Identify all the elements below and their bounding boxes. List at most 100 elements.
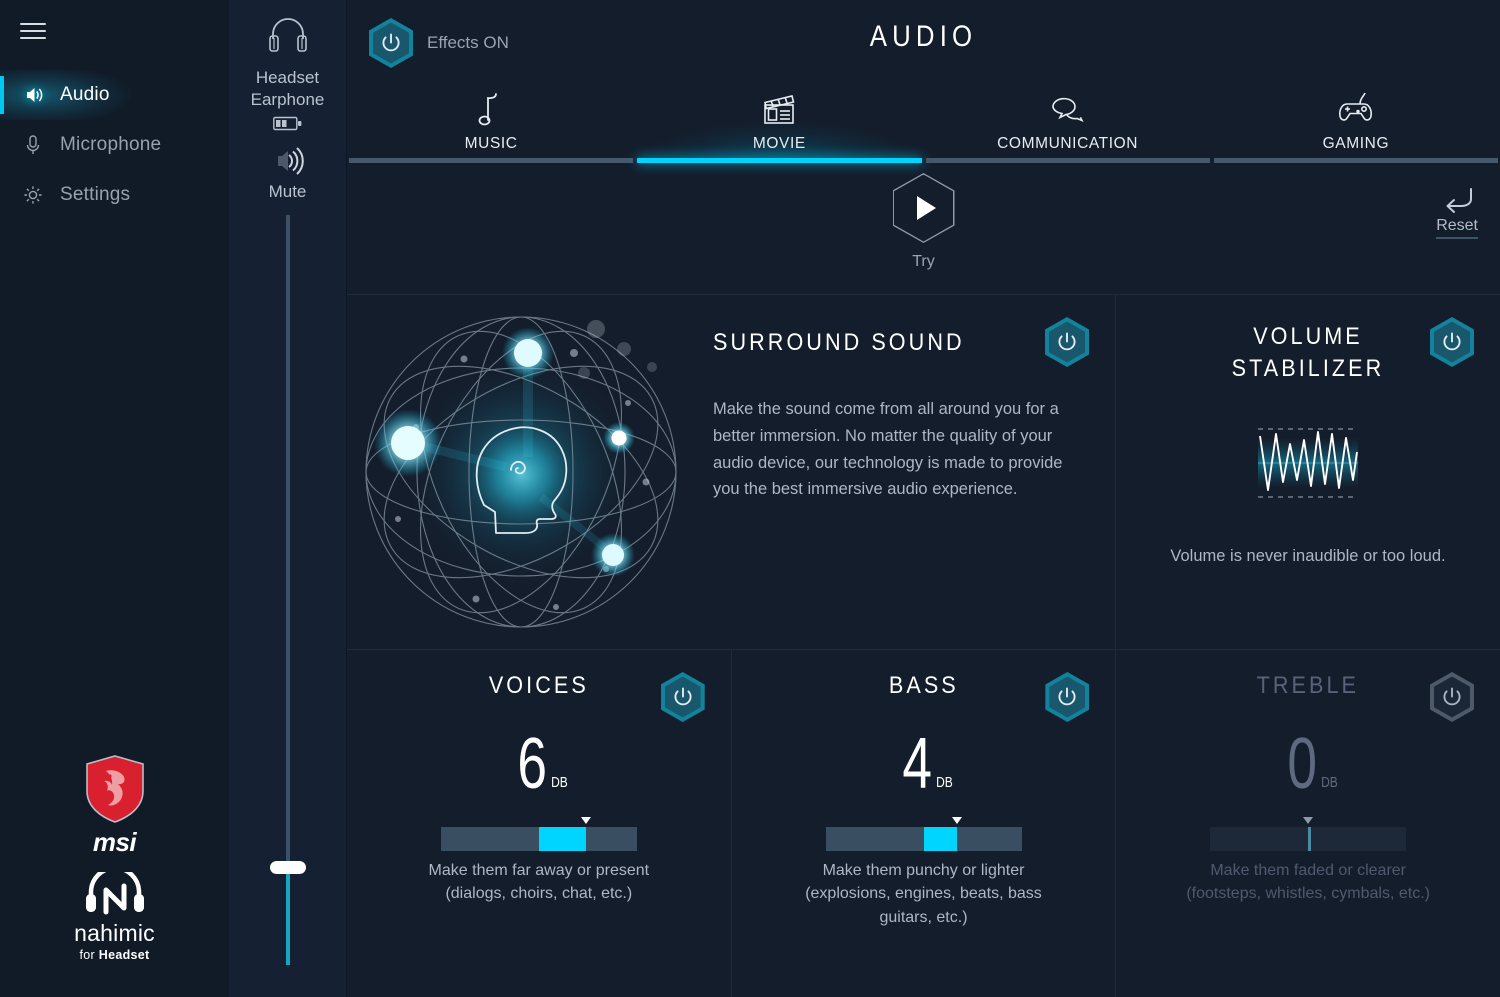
device-name-line1: Headset xyxy=(255,68,320,87)
treble-slider-marker xyxy=(1303,817,1314,825)
mute-button[interactable]: Mute xyxy=(229,143,346,202)
voices-panel: VOICES 6 DB Make them far away or presen… xyxy=(347,650,731,997)
reset-button[interactable]: Reset xyxy=(1436,185,1478,239)
treble-slider[interactable] xyxy=(1210,817,1407,852)
bass-description-line2: (explosions, engines, beats, bass guitar… xyxy=(805,885,1042,926)
surround-sound-title: SURROUND SOUND xyxy=(713,329,965,356)
bass-panel: BASS 4 DB Make them punchy or lighter (e… xyxy=(730,650,1116,997)
bass-description: Make them punchy or lighter (explosions,… xyxy=(789,859,1059,929)
mute-label: Mute xyxy=(268,181,307,201)
waveform-icon xyxy=(1256,424,1360,502)
sidebar-item-label: Microphone xyxy=(60,134,162,155)
tab-label: COMMUNICATION xyxy=(997,135,1139,152)
tab-communication[interactable]: COMMUNICATION xyxy=(924,78,1212,163)
undo-arrow-icon xyxy=(1446,188,1473,213)
page-title: AUDIO xyxy=(869,20,978,53)
nahimic-headset-icon xyxy=(85,872,144,915)
volume-stabilizer-panel: VOLUME STABILIZER Volume is never inaudi… xyxy=(1115,295,1500,649)
nahimic-app-window: Audio Microphone Settings msi nahimic fo… xyxy=(0,0,1500,997)
treble-description-line1: Make them faded or clearer xyxy=(1210,862,1406,880)
hamburger-bar xyxy=(20,23,46,25)
voices-unit: DB xyxy=(551,774,569,792)
voices-toggle[interactable] xyxy=(660,672,705,722)
speech-bubbles-icon xyxy=(1046,86,1090,128)
voices-value-group: 6 DB xyxy=(347,724,731,804)
tab-label: MOVIE xyxy=(752,135,806,152)
voices-description-line1: Make them far away or present xyxy=(428,862,650,880)
hamburger-bar xyxy=(20,30,46,32)
volume-slider-track xyxy=(286,215,290,965)
microphone-icon xyxy=(18,130,48,160)
bass-description-line1: Make them punchy or lighter xyxy=(822,862,1025,880)
top-bar: Effects ON AUDIO xyxy=(347,0,1500,78)
bass-slider[interactable] xyxy=(825,817,1022,852)
treble-unit: DB xyxy=(1320,774,1338,792)
treble-description: Make them faded or clearer (footsteps, w… xyxy=(1173,859,1443,905)
bass-slider-fill xyxy=(923,827,957,852)
panels-row-top: SURROUND SOUND Make the sound come from … xyxy=(347,294,1500,649)
nahimic-logo: nahimic for Headset xyxy=(0,872,229,962)
bass-slider-marker xyxy=(951,817,962,825)
headset-icon xyxy=(268,18,307,52)
nahimic-wordmark: nahimic xyxy=(74,920,155,946)
voices-slider-fill xyxy=(538,827,586,852)
panels-row-bottom: VOICES 6 DB Make them far away or presen… xyxy=(347,649,1500,997)
voices-description-line2: (dialogs, choirs, chat, etc.) xyxy=(445,885,633,903)
volume-slider-handle[interactable] xyxy=(270,860,306,874)
hamburger-menu-icon[interactable] xyxy=(20,20,46,42)
sidebar-item-microphone[interactable]: Microphone xyxy=(0,120,229,170)
voices-description: Make them far away or present (dialogs, … xyxy=(404,859,674,905)
sidebar-item-settings[interactable]: Settings xyxy=(0,170,229,220)
try-label: Try xyxy=(912,253,935,270)
bass-unit: DB xyxy=(936,774,953,792)
voices-slider-marker xyxy=(580,817,591,825)
sidebar-item-label: Audio xyxy=(60,84,110,105)
bass-toggle[interactable] xyxy=(1045,672,1090,722)
nahimic-subtitle: for Headset xyxy=(80,948,150,962)
msi-shield-icon xyxy=(85,755,144,823)
music-note-icon xyxy=(477,86,505,128)
action-row: Try Reset xyxy=(347,163,1500,294)
volume-stabilizer-title-line2: STABILIZER xyxy=(1231,355,1385,383)
device-name-line2: Earphone xyxy=(250,90,325,110)
power-icon xyxy=(369,18,413,68)
surround-sound-toggle[interactable] xyxy=(1045,317,1089,367)
surround-sound-text: SURROUND SOUND Make the sound come from … xyxy=(695,295,1115,649)
treble-panel: TREBLE 0 DB Make them faded or clearer (… xyxy=(1115,650,1500,997)
voices-slider[interactable] xyxy=(440,817,637,852)
speaker-waves-icon xyxy=(18,80,48,110)
tab-music[interactable]: MUSIC xyxy=(347,78,635,163)
mode-tabs: MUSIC MOVIE COMMUNICATION GAMING xyxy=(347,78,1500,163)
surround-sound-panel: SURROUND SOUND Make the sound come from … xyxy=(347,295,1115,649)
reset-label: Reset xyxy=(1436,217,1478,239)
tab-label: MUSIC xyxy=(464,135,518,152)
effects-panels: SURROUND SOUND Make the sound come from … xyxy=(347,294,1500,997)
voices-value: 6 xyxy=(517,724,548,804)
hamburger-bar xyxy=(20,37,46,39)
tab-movie[interactable]: MOVIE xyxy=(635,78,924,163)
tab-label: GAMING xyxy=(1322,135,1390,152)
treble-slider-fill xyxy=(1308,827,1312,852)
volume-stabilizer-description: Volume is never inaudible or too loud. xyxy=(1170,546,1446,565)
try-button[interactable]: Try xyxy=(892,173,955,271)
treble-description-line2: (footsteps, whistles, cymbals, etc.) xyxy=(1186,885,1430,903)
volume-slider-fill xyxy=(286,867,290,965)
play-icon xyxy=(892,173,955,243)
surround-sound-description: Make the sound come from all around you … xyxy=(713,400,1063,499)
nahimic-sub-prefix: for xyxy=(79,948,99,962)
sidebar-item-audio[interactable]: Audio xyxy=(0,70,229,120)
sidebar: Audio Microphone Settings msi nahimic fo… xyxy=(0,0,229,997)
nahimic-sub-bold: Headset xyxy=(98,948,150,962)
msi-logo: msi xyxy=(0,755,229,858)
device-column: Headset Earphone Mute xyxy=(229,0,347,997)
volume-stabilizer-toggle[interactable] xyxy=(1430,317,1474,367)
tab-gaming[interactable]: GAMING xyxy=(1212,78,1500,163)
sidebar-item-label: Settings xyxy=(60,184,131,205)
treble-toggle[interactable] xyxy=(1430,672,1475,722)
main-content: Effects ON AUDIO MUSIC MOVIE COMMUNICATI… xyxy=(347,0,1500,997)
device-header: Headset Earphone xyxy=(229,0,346,131)
treble-value-group: 0 DB xyxy=(1116,728,1500,800)
bass-value: 4 xyxy=(902,724,933,804)
clapperboard-icon xyxy=(759,86,799,128)
surround-sphere-head-icon xyxy=(347,295,695,649)
